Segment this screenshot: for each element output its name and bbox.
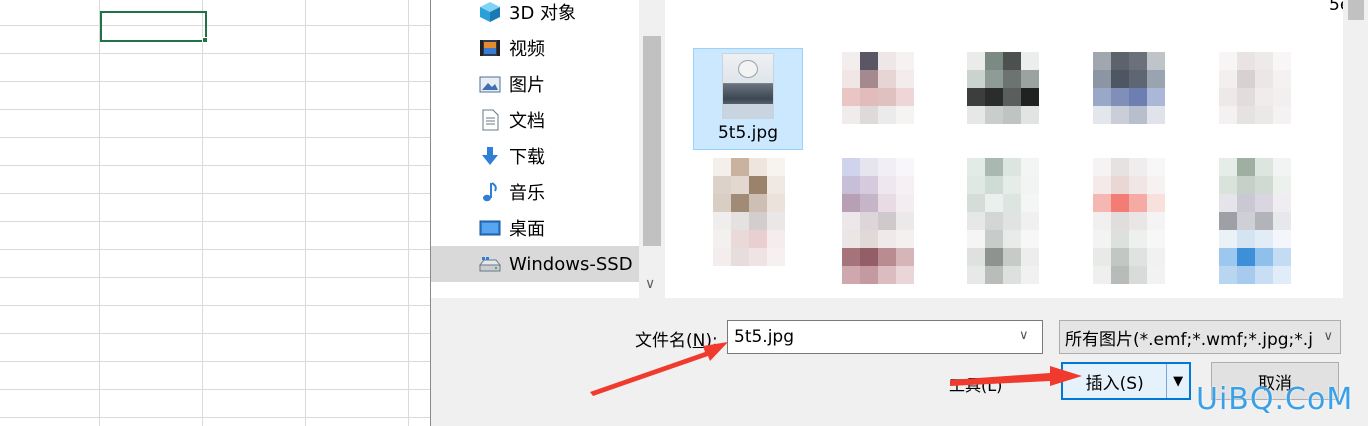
filename-label: 文件名(N): [635, 331, 718, 351]
chevron-down-icon: ∨ [1323, 329, 1333, 344]
nav-label: 文档 [509, 111, 545, 132]
blurred-file-thumbnail[interactable] [713, 158, 785, 266]
tools-button[interactable]: 工具(L) [949, 372, 1002, 396]
blurred-file-thumbnail[interactable] [842, 52, 914, 124]
blurred-file-thumbnail[interactable] [967, 52, 1039, 124]
cube-icon [479, 1, 501, 23]
file-view-scroll-thumb[interactable] [1348, 0, 1364, 20]
nav-label: 下载 [509, 147, 545, 168]
file-thumbnail [722, 53, 774, 119]
nav-label: 图片 [509, 75, 545, 96]
music-icon [479, 181, 501, 203]
drive-icon [479, 253, 501, 275]
blurred-file-thumbnail[interactable] [842, 158, 914, 284]
nav-item-pictures[interactable]: 图片 [431, 66, 639, 102]
insert-picture-dialog: 3D 对象 视频 图片 文档 下载 音乐 桌面 Windows-SSD (∨ … [430, 0, 1368, 426]
scroll-down-icon[interactable]: ∨ [645, 276, 655, 292]
file-label-partial[interactable]: 5ef73536 [1329, 0, 1343, 15]
filetype-select[interactable]: 所有图片(*.emf;*.wmf;*.jpg;*.jp ∨ [1059, 320, 1341, 354]
blurred-file-thumbnail[interactable] [1219, 52, 1291, 124]
filename-input[interactable] [727, 320, 1043, 354]
nav-scroll-thumb[interactable] [643, 36, 661, 246]
nav-label: 音乐 [509, 183, 545, 204]
nav-item-3d-objects[interactable]: 3D 对象 [431, 0, 639, 30]
insert-button-label[interactable]: 插入(S) [1063, 364, 1168, 398]
nav-label: Windows-SSD ( [509, 253, 646, 275]
caret-down-icon[interactable]: ▼ [1167, 364, 1189, 398]
file-item-selected[interactable]: 5t5.jpg [693, 48, 803, 150]
nav-item-music[interactable]: 音乐 [431, 174, 639, 210]
filetype-value: 所有图片(*.emf;*.wmf;*.jpg;*.jp [1065, 329, 1314, 350]
file-view-scrollbar[interactable] [1343, 0, 1368, 298]
nav-item-documents[interactable]: 文档 [431, 102, 639, 138]
nav-scrollbar[interactable]: ∨ [639, 0, 665, 298]
documents-icon [479, 109, 501, 131]
blurred-file-thumbnail[interactable] [1093, 52, 1165, 124]
blurred-file-thumbnail[interactable] [1219, 158, 1291, 284]
blurred-file-thumbnail[interactable] [1093, 158, 1165, 284]
nav-item-downloads[interactable]: 下载 [431, 138, 639, 174]
nav-label: 桌面 [509, 219, 545, 240]
pictures-icon [479, 73, 501, 95]
desktop-icon [479, 217, 501, 239]
file-view[interactable]: 5ef73536 5t5.jpg [665, 0, 1343, 298]
fill-handle[interactable] [202, 37, 208, 43]
nav-item-windows-ssd[interactable]: Windows-SSD ( [431, 246, 645, 282]
nav-label: 3D 对象 [509, 3, 577, 24]
navigation-pane: 3D 对象 视频 图片 文档 下载 音乐 桌面 Windows-SSD ( [431, 0, 665, 298]
nav-label: 视频 [509, 39, 545, 60]
insert-button[interactable]: 插入(S) ▼ [1061, 362, 1191, 400]
spreadsheet-grid[interactable] [0, 0, 430, 426]
download-icon [479, 145, 501, 167]
blurred-file-thumbnail[interactable] [967, 158, 1039, 284]
video-icon [479, 37, 501, 59]
nav-item-desktop[interactable]: 桌面 [431, 210, 639, 246]
chevron-down-icon[interactable]: ∨ [1019, 328, 1029, 343]
watermark: UiBQ.CoM [1196, 382, 1354, 417]
file-name-label: 5t5.jpg [717, 123, 778, 143]
nav-item-videos[interactable]: 视频 [431, 30, 639, 66]
active-cell[interactable] [100, 11, 207, 42]
